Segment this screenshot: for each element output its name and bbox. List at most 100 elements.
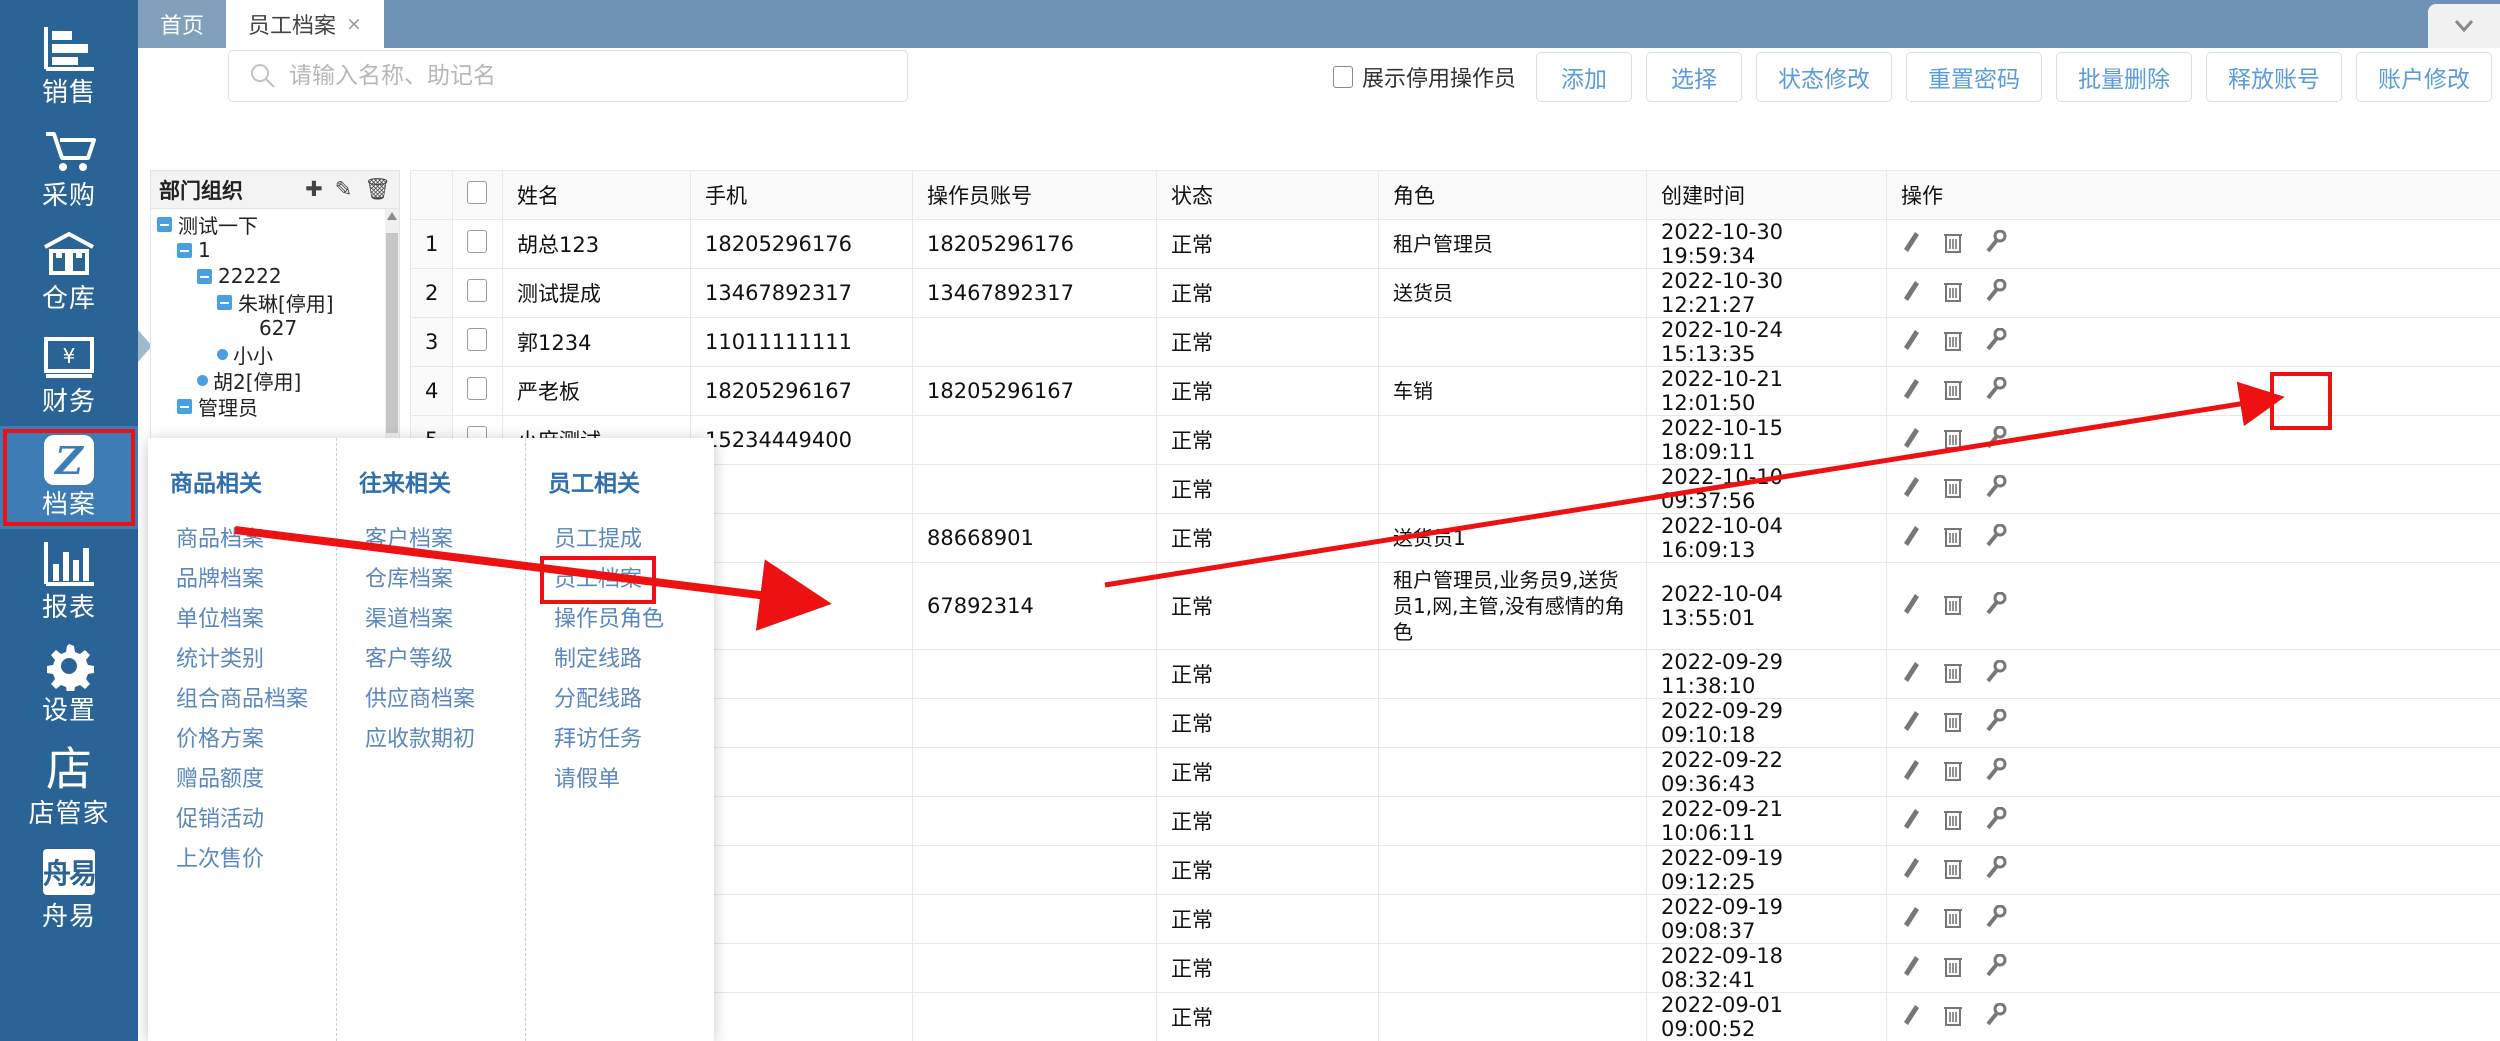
menu-item-operator-role[interactable]: 操作员角色 <box>548 600 670 640</box>
menu-item-employee-archive[interactable]: 员工档案 <box>539 556 657 604</box>
tab-employee-archive[interactable]: 员工档案 × <box>226 0 384 48</box>
collapse-toggle-icon[interactable] <box>177 398 192 414</box>
sidebar-item-settings[interactable]: 设置 <box>0 632 138 735</box>
scrollbar-thumb[interactable] <box>386 233 398 433</box>
edit-pencil-icon[interactable] <box>1901 709 1921 738</box>
table-row[interactable]: 867892314正常租户管理员,业务员9,送货员1,网,主管,没有感情的角色2… <box>410 562 2500 650</box>
menu-item-gift-quota[interactable]: 赠品额度 <box>170 760 270 800</box>
table-row[interactable]: 2 测试提成 13467892317 13467892317 正常 送货员 2022-10-… <box>410 268 2500 318</box>
key-wrench-icon[interactable] <box>1985 708 2007 738</box>
table-row[interactable]: 5小麻测试15234449400正常2022-10-15 18:09:11 <box>410 415 2500 465</box>
edit-pencil-icon[interactable] <box>1901 592 1921 621</box>
sidebar-item-report[interactable]: 报表 <box>0 529 138 632</box>
menu-item-statistic-category[interactable]: 统计类别 <box>170 640 270 680</box>
table-row[interactable]: 11正常2022-09-22 09:36:43 <box>410 747 2500 797</box>
select-all-checkbox[interactable] <box>467 181 487 204</box>
menu-item-brand-archive[interactable]: 品牌档案 <box>170 560 270 600</box>
tree-node[interactable]: 朱琳[停用] <box>151 289 399 316</box>
menu-item-visit-task[interactable]: 拜访任务 <box>548 720 648 760</box>
edit-pencil-icon[interactable] <box>1901 905 1921 934</box>
sidebar-item-zhouyi[interactable]: 舟易 舟易 <box>0 838 138 941</box>
table-row[interactable]: 1 胡总123 18205296176 18205296176 正常 租户管理员 2022-… <box>410 219 2500 269</box>
sidebar-item-archive[interactable]: Z 档案 <box>0 426 138 529</box>
table-row[interactable]: 12正常2022-09-21 10:06:11 <box>410 796 2500 846</box>
tree-node[interactable]: 测试一下 <box>151 211 399 238</box>
row-select-cell[interactable] <box>452 268 503 318</box>
sidebar-item-warehouse[interactable]: 仓库 <box>0 220 138 323</box>
select-button[interactable]: 选择 <box>1646 52 1742 102</box>
menu-item-unit-archive[interactable]: 单位档案 <box>170 600 270 640</box>
edit-pencil-icon[interactable] <box>1901 758 1921 787</box>
sidebar-item-store-manager[interactable]: 店 店管家 <box>0 735 138 838</box>
table-row[interactable]: 14正常2022-09-19 09:08:37 <box>410 894 2500 944</box>
tab-overflow-button[interactable] <box>2428 4 2500 48</box>
batch-delete-button[interactable]: 批量删除 <box>2056 52 2192 102</box>
delete-trash-icon[interactable] <box>1943 709 1963 738</box>
edit-pencil-icon[interactable] <box>1901 230 1921 259</box>
delete-trash-icon[interactable] <box>1943 856 1963 885</box>
edit-pencil-icon[interactable] <box>1901 1003 1921 1032</box>
menu-item-price-plan[interactable]: 价格方案 <box>170 720 270 760</box>
edit-pencil-icon[interactable] <box>1901 524 1921 553</box>
menu-item-employee-commission[interactable]: 员工提成 <box>548 520 648 560</box>
delete-trash-icon[interactable] <box>1943 524 1963 553</box>
key-wrench-icon[interactable] <box>1985 523 2007 553</box>
row-checkbox[interactable] <box>467 230 487 253</box>
table-row[interactable]: 788668901正常送货员12022-10-04 16:09:13 <box>410 513 2500 563</box>
add-icon[interactable]: ✚ <box>305 179 323 200</box>
menu-item-supplier-archive[interactable]: 供应商档案 <box>359 680 481 720</box>
key-wrench-icon[interactable] <box>1985 904 2007 934</box>
table-row[interactable]: 6正常2022-10-10 09:37:56 <box>410 464 2500 514</box>
menu-item-combo-commodity-archive[interactable]: 组合商品档案 <box>170 680 314 720</box>
edit-pencil-icon[interactable]: ✎ <box>335 179 353 200</box>
delete-trash-icon[interactable] <box>1943 905 1963 934</box>
reset-password-button[interactable]: 重置密码 <box>1906 52 2042 102</box>
checkbox-box[interactable] <box>1332 66 1353 88</box>
key-wrench-icon[interactable] <box>1985 757 2007 787</box>
key-wrench-icon[interactable] <box>1985 278 2007 308</box>
table-row[interactable]: 16正常2022-09-01 09:00:52 <box>410 992 2500 1041</box>
tree-node[interactable]: 小小 <box>151 341 399 368</box>
delete-trash-icon[interactable] <box>1943 758 1963 787</box>
tree-node[interactable]: 1 <box>151 237 399 263</box>
search-box[interactable] <box>228 50 908 102</box>
menu-item-last-price[interactable]: 上次售价 <box>170 840 270 880</box>
row-checkbox[interactable] <box>467 377 487 400</box>
delete-trash-icon[interactable] <box>1943 807 1963 836</box>
key-wrench-icon[interactable] <box>1985 855 2007 885</box>
key-wrench-icon[interactable] <box>1985 591 2007 621</box>
row-checkbox[interactable] <box>467 279 487 302</box>
th-select-all[interactable] <box>452 170 503 220</box>
edit-pencil-icon[interactable] <box>1901 328 1921 357</box>
edit-pencil-icon[interactable] <box>1901 377 1921 406</box>
tree-node[interactable]: 管理员 <box>151 393 399 420</box>
menu-item-customer-archive[interactable]: 客户档案 <box>359 520 459 560</box>
menu-item-receivable-opening[interactable]: 应收款期初 <box>359 720 481 760</box>
edit-pencil-icon[interactable] <box>1901 954 1921 983</box>
delete-trash-icon[interactable] <box>1943 1003 1963 1032</box>
key-wrench-icon[interactable] <box>1985 376 2007 406</box>
search-input[interactable] <box>289 63 907 89</box>
menu-item-channel-archive[interactable]: 渠道档案 <box>359 600 459 640</box>
menu-item-define-route[interactable]: 制定线路 <box>548 640 648 680</box>
sidebar-item-sales[interactable]: 销售 <box>0 14 138 117</box>
delete-trash-icon[interactable]: 🗑 <box>364 179 391 200</box>
menu-item-assign-route[interactable]: 分配线路 <box>548 680 648 720</box>
table-row[interactable]: 10正常2022-09-29 09:10:18 <box>410 698 2500 748</box>
show-disabled-operators-checkbox[interactable]: 展示停用操作员 <box>1332 61 1516 93</box>
delete-trash-icon[interactable] <box>1943 328 1963 357</box>
row-select-cell[interactable] <box>452 366 503 416</box>
menu-item-customer-level[interactable]: 客户等级 <box>359 640 459 680</box>
key-wrench-icon[interactable] <box>1985 425 2007 455</box>
tree-node[interactable]: 胡2[停用] <box>151 367 399 394</box>
close-icon[interactable]: × <box>346 13 362 35</box>
table-row[interactable]: 4 严老板 18205296167 18205296167 正常 车销 2022-10-21… <box>410 366 2500 416</box>
collapse-toggle-icon[interactable] <box>197 268 212 284</box>
collapse-toggle-icon[interactable] <box>217 294 232 310</box>
tree-node[interactable]: 22222 <box>151 263 399 289</box>
add-button[interactable]: 添加 <box>1536 52 1632 102</box>
edit-pencil-icon[interactable] <box>1901 856 1921 885</box>
table-row[interactable]: 13正常2022-09-19 09:12:25 <box>410 845 2500 895</box>
key-wrench-icon[interactable] <box>1985 659 2007 689</box>
delete-trash-icon[interactable] <box>1943 660 1963 689</box>
